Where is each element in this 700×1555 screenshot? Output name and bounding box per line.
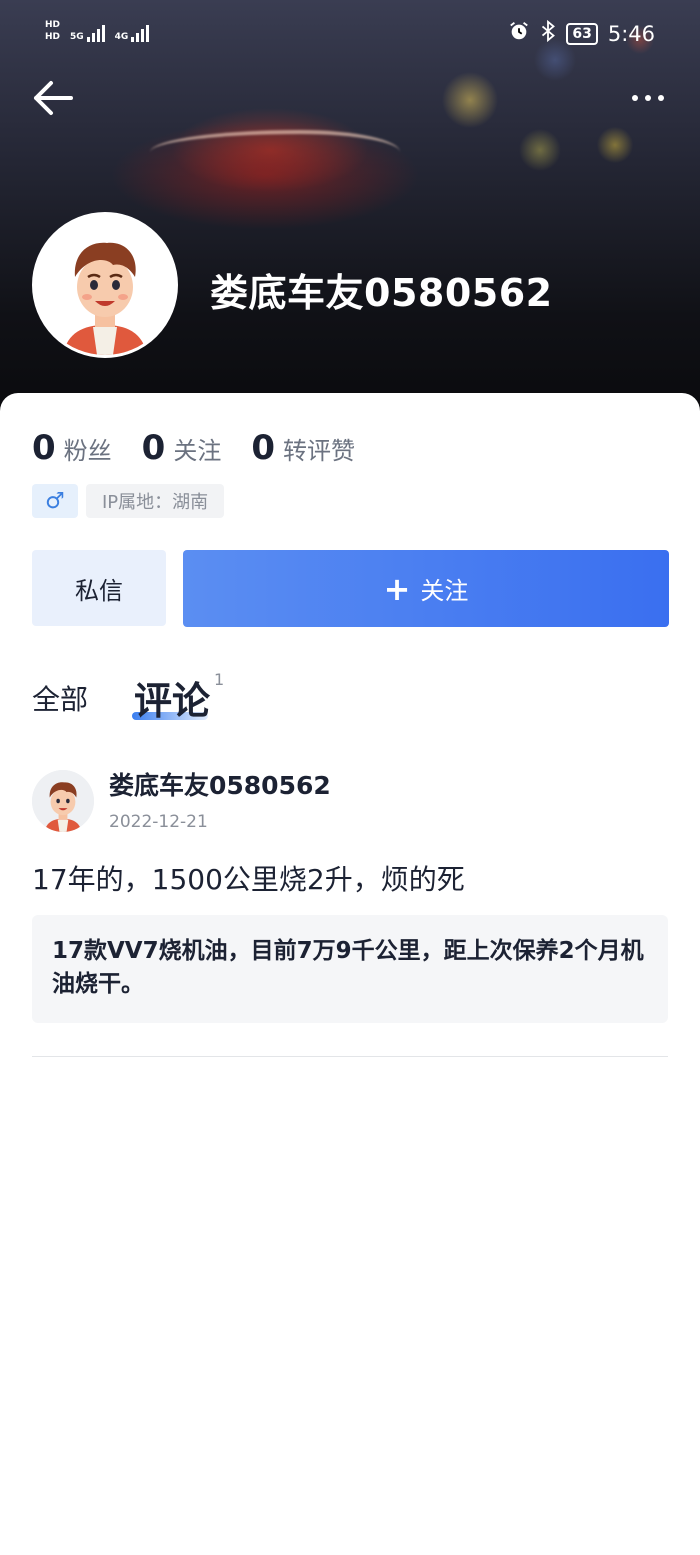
back-arrow-icon: [34, 81, 73, 115]
quoted-post-text: 17款VV7烧机油，目前7万9千公里，距上次保养2个月机油烧干。: [52, 938, 644, 997]
hd-icon: HD: [45, 20, 61, 30]
hd-icon: HD: [45, 32, 61, 42]
profile-stats: 0 粉丝 0 关注 0 转评赞: [32, 428, 385, 468]
status-bar-left: HD HD 5G 4G: [45, 20, 150, 42]
profile-avatar[interactable]: [32, 212, 178, 358]
profile-tags: ♂ IP属地：湖南: [32, 484, 225, 518]
tab-comments[interactable]: 评论: [134, 670, 210, 725]
quoted-post[interactable]: 17款VV7烧机油，目前7万9千公里，距上次保养2个月机油烧干。: [32, 915, 668, 1023]
tab-comments-count: 1: [214, 670, 225, 689]
stat-likes-label: 转评赞: [283, 437, 356, 465]
comment-author-avatar[interactable]: [32, 770, 94, 832]
stat-fans[interactable]: 0 粉丝: [32, 428, 112, 468]
background-tail-light: [150, 130, 400, 204]
dot-icon: [632, 95, 638, 101]
comment-author-name[interactable]: 娄底车友0580562: [109, 766, 331, 802]
battery-icon: 63: [566, 22, 598, 45]
network-5g-label: 5G: [70, 32, 84, 42]
stat-following-count: 0: [141, 428, 166, 468]
follow-button-label: 关注: [420, 577, 469, 605]
comment-text[interactable]: 17年的，1500公里烧2升，烦的死: [32, 858, 465, 898]
dot-icon: [645, 95, 651, 101]
message-button[interactable]: 私信: [32, 550, 166, 626]
signal-group-2: 4G: [115, 25, 150, 42]
profile-username: 娄底车友0580562: [210, 271, 553, 315]
signal-group-1: 5G: [70, 25, 105, 42]
bluetooth-icon: [540, 19, 556, 47]
message-button-label: 私信: [75, 576, 123, 605]
male-icon: ♂: [32, 484, 78, 518]
stat-fans-label: 粉丝: [63, 437, 112, 465]
status-bar: HD HD 5G 4G 63 5:46: [0, 0, 700, 68]
ip-location-badge: IP属地：湖南: [86, 484, 225, 518]
status-bar-right: 63 5:46: [508, 19, 655, 47]
status-time: 5:46: [607, 21, 655, 46]
signal-icon: [86, 25, 105, 42]
hd-icons: HD HD: [45, 20, 60, 42]
stat-following[interactable]: 0 关注: [142, 428, 222, 468]
tab-all[interactable]: 全部: [32, 678, 88, 718]
cartoon-avatar-icon: [32, 770, 94, 832]
network-4g-label: 4G: [114, 32, 129, 42]
signal-icon: [131, 25, 150, 42]
follow-button[interactable]: + 关注: [183, 550, 669, 627]
divider: [32, 1056, 668, 1057]
stat-following-label: 关注: [173, 437, 222, 465]
more-options-button[interactable]: [624, 80, 672, 116]
cartoon-avatar-icon: [35, 215, 175, 355]
stat-likes-count: 0: [251, 428, 276, 468]
stat-fans-count: 0: [32, 428, 56, 468]
stat-likes[interactable]: 0 转评赞: [251, 428, 355, 468]
alarm-icon: [508, 20, 530, 47]
plus-icon: +: [383, 569, 411, 608]
dot-icon: [658, 95, 664, 101]
back-button[interactable]: [28, 76, 76, 120]
comment-date: 2022-12-21: [109, 812, 208, 832]
